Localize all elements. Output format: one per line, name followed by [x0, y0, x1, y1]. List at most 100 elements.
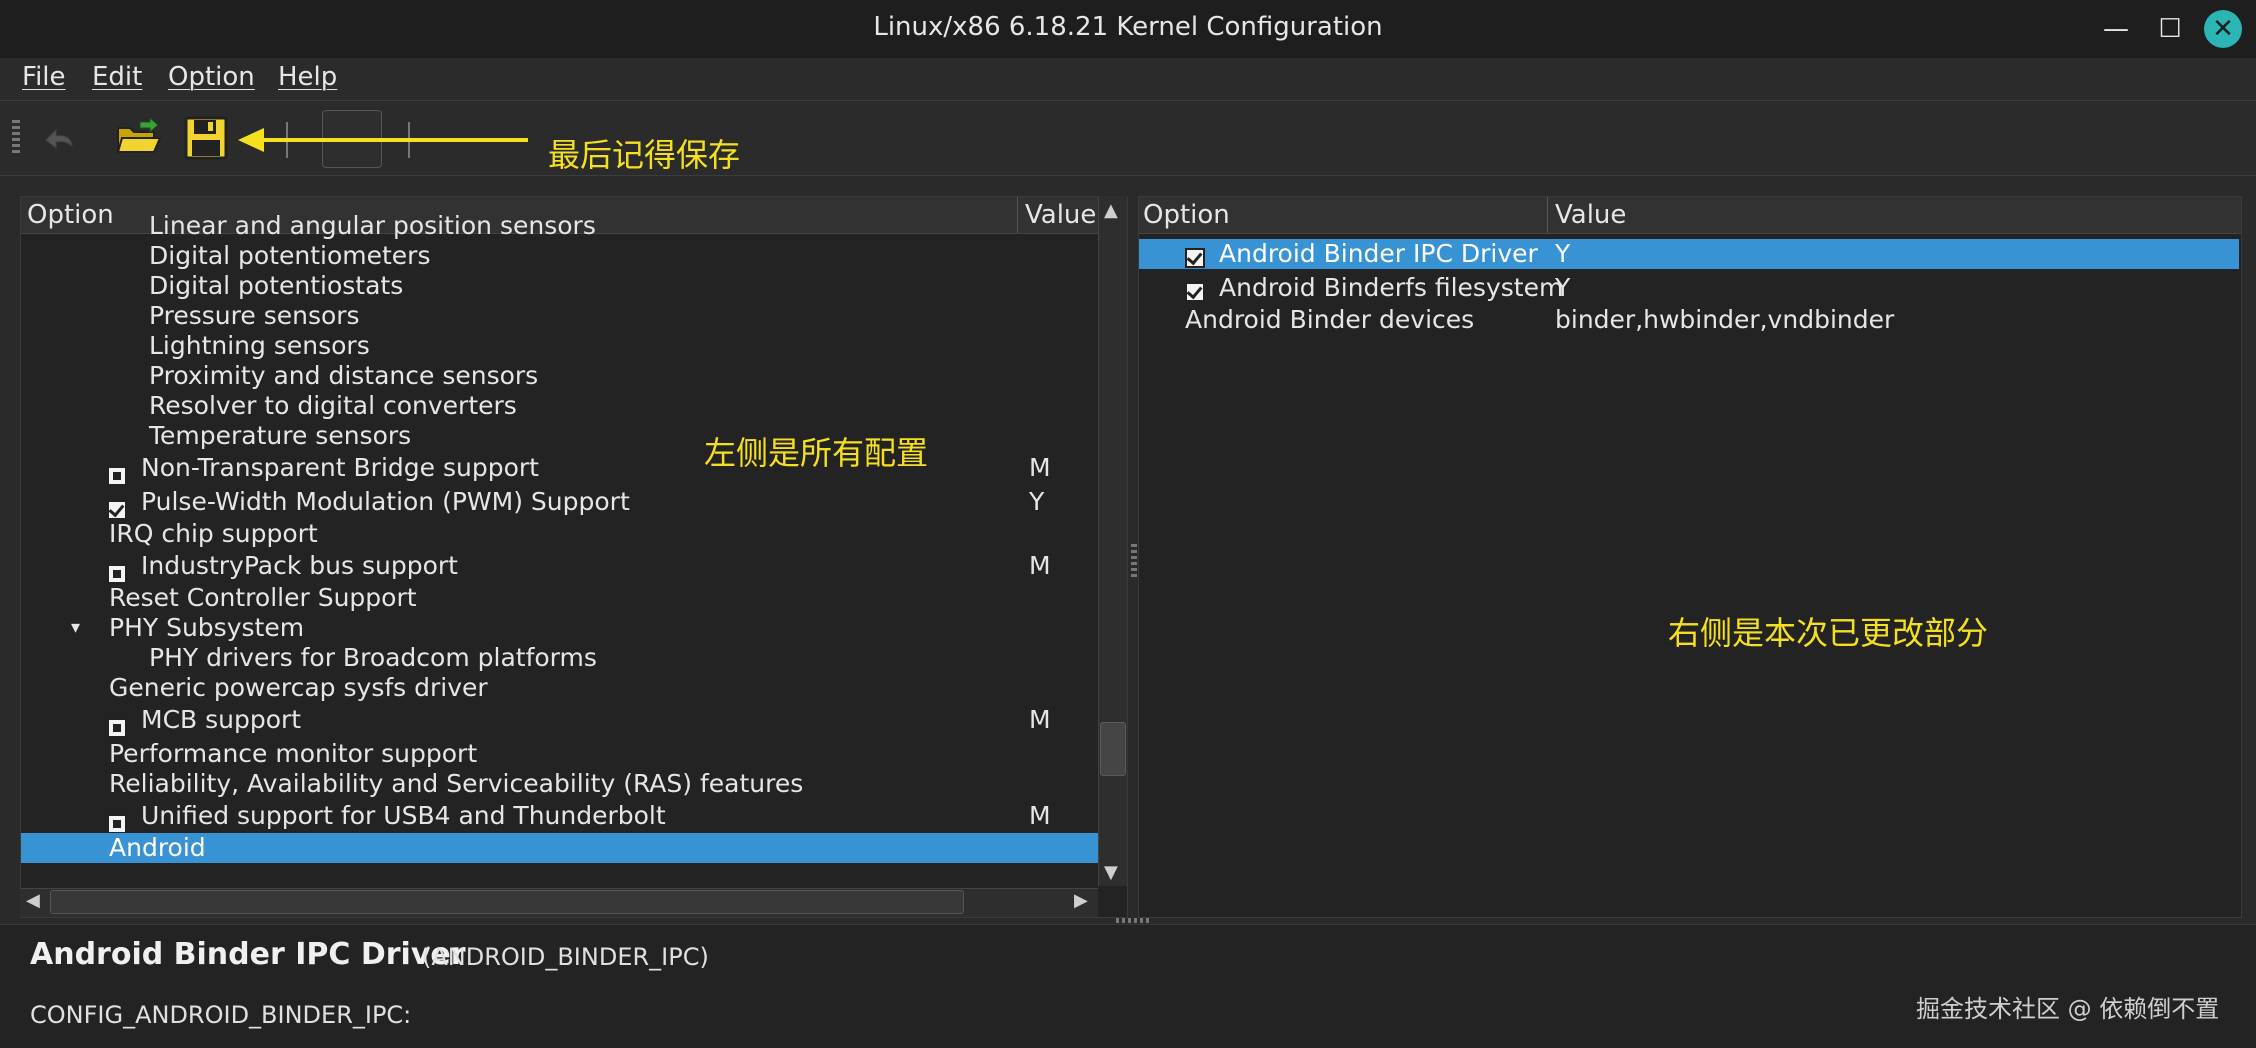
tree-row-label: Resolver to digital converters — [149, 391, 517, 420]
maximize-icon[interactable]: ☐ — [2150, 10, 2190, 48]
list-row[interactable]: Android Binder IPC Driver Y — [1139, 239, 2239, 269]
tree-row-label: Generic powercap sysfs driver — [109, 673, 488, 702]
expand-arrow-icon[interactable]: ▾ — [71, 613, 80, 643]
tree-row[interactable]: MCB support M — [21, 705, 1099, 738]
tree-row-label: PHY drivers for Broadcom platforms — [149, 643, 597, 672]
list-row-label: Android Binder IPC Driver — [1219, 239, 1538, 268]
tree-row[interactable]: Resolver to digital converters — [21, 391, 1099, 421]
vertical-scroll-thumb[interactable] — [1100, 722, 1126, 776]
horizontal-scroll-thumb[interactable] — [50, 890, 964, 914]
tree-row[interactable]: Generic powercap sysfs driver — [21, 673, 1099, 703]
vertical-scrollbar[interactable] — [1098, 196, 1127, 886]
tree-row-label: Proximity and distance sensors — [149, 361, 539, 390]
menu-file[interactable]: File — [22, 62, 66, 92]
tree-row[interactable]: ▾ PHY Subsystem — [21, 613, 1099, 643]
checkbox-module-icon[interactable] — [107, 564, 127, 584]
tree-row[interactable]: Unified support for USB4 and Thunderbolt… — [21, 801, 1099, 834]
tree-row[interactable]: Android — [21, 833, 1099, 863]
scroll-right-icon[interactable]: ▶ — [1074, 890, 1088, 911]
help-symbol: (ANDROID_BINDER_IPC) — [422, 943, 709, 971]
checkbox-module-icon[interactable] — [107, 718, 127, 738]
tree-row[interactable]: IRQ chip support — [21, 519, 1099, 549]
tree-row-label: Reliability, Availability and Serviceabi… — [109, 769, 804, 798]
tree-row[interactable]: Linear and angular position sensors — [21, 211, 1099, 241]
tree-row[interactable]: Performance monitor support — [21, 739, 1099, 769]
checkbox-module-icon[interactable] — [107, 814, 127, 834]
menu-bar — [0, 58, 2256, 101]
tree-row-value: Y — [1029, 487, 1045, 516]
tree-row-label: Linear and angular position sensors — [149, 211, 596, 240]
menu-option[interactable]: Option — [168, 62, 255, 92]
tree-row[interactable]: Reliability, Availability and Serviceabi… — [21, 769, 1099, 799]
changed-options-list: Option Value Android Binder IPC Driver Y A… — [1138, 196, 2242, 918]
help-config: CONFIG_ANDROID_BINDER_IPC: — [30, 1001, 412, 1029]
annotation-right: 右侧是本次已更改部分 — [1668, 614, 1989, 652]
tree-row[interactable]: IndustryPack bus support M — [21, 551, 1099, 584]
tree-row-label: Lightning sensors — [149, 331, 370, 360]
annotation-arrow-head — [238, 128, 264, 152]
tree-row-label: Unified support for USB4 and Thunderbolt — [141, 801, 666, 830]
annotation-save: 最后记得保存 — [548, 136, 741, 174]
list-row[interactable]: Android Binderfs filesystem Y — [1139, 273, 2239, 303]
tree-row[interactable]: Non-Transparent Bridge support M — [21, 453, 1099, 486]
open-folder-icon[interactable] — [114, 114, 162, 162]
toolbar-grip[interactable] — [12, 120, 20, 154]
tree-row-label: Pressure sensors — [149, 301, 360, 330]
checkbox-checked-icon[interactable] — [1185, 282, 1205, 302]
checkbox-checked-icon[interactable] — [1185, 248, 1205, 268]
tree-row[interactable]: Lightning sensors — [21, 331, 1099, 361]
list-row[interactable]: Android Binder devices binder,hwbinder,vn… — [1139, 305, 2239, 335]
tree-row[interactable]: Pressure sensors — [21, 301, 1099, 331]
header-option[interactable]: Option — [1143, 197, 1230, 233]
scroll-left-icon[interactable]: ◀ — [26, 890, 40, 911]
close-icon[interactable]: ✕ — [2204, 10, 2242, 48]
checkbox-checked-icon[interactable] — [107, 500, 127, 520]
list-row-value: binder,hwbinder,vndbinder — [1555, 305, 1895, 334]
tree-row-label: Digital potentiometers — [149, 241, 431, 270]
window-title: Linux/x86 6.18.21 Kernel Configuration — [873, 12, 1383, 42]
tree-row-label: Digital potentiostats — [149, 271, 404, 300]
list-header: Option Value — [1139, 197, 2241, 234]
tree-row-value: M — [1029, 801, 1051, 830]
tree-row-label: Pulse-Width Modulation (PWM) Support — [141, 487, 630, 516]
tree-row-label: Non-Transparent Bridge support — [141, 453, 539, 482]
tree-row[interactable]: PHY drivers for Broadcom platforms — [21, 643, 1099, 673]
back-icon[interactable] — [36, 114, 84, 162]
watermark: 掘金技术社区 @ 依赖倒不置 — [1916, 995, 2220, 1023]
tree-row-label: Performance monitor support — [109, 739, 478, 768]
tree-row[interactable]: Reset Controller Support — [21, 583, 1099, 613]
tree-row[interactable]: Digital potentiometers — [21, 241, 1099, 271]
tree-row[interactable]: Proximity and distance sensors — [21, 361, 1099, 391]
tree-row-value: M — [1029, 453, 1051, 482]
list-row-label: Android Binderfs filesystem — [1219, 273, 1564, 302]
tree-row-value: M — [1029, 551, 1051, 580]
help-panel: Android Binder IPC Driver (ANDROID_BINDE… — [0, 924, 2256, 1048]
scroll-up-icon[interactable]: ▲ — [1104, 200, 1118, 221]
tree-row-label: IndustryPack bus support — [141, 551, 458, 580]
list-row-label: Android Binder devices — [1185, 305, 1475, 334]
config-tree: Option Value Linear and angular position… — [20, 196, 1128, 918]
checkbox-module-icon[interactable] — [107, 466, 127, 486]
tree-row-label: Temperature sensors — [149, 421, 412, 450]
scroll-down-icon[interactable]: ▼ — [1104, 862, 1118, 883]
help-title: Android Binder IPC Driver — [30, 937, 466, 972]
annotation-left: 左侧是所有配置 — [704, 434, 929, 472]
save-icon[interactable] — [182, 114, 230, 162]
header-value[interactable]: Value — [1555, 197, 1626, 233]
tree-row[interactable]: Digital potentiostats — [21, 271, 1099, 301]
tree-row[interactable]: Temperature sensors — [21, 421, 1099, 451]
list-row-value: Y — [1555, 239, 1571, 268]
tree-row-label: MCB support — [141, 705, 302, 734]
tree-row-label: IRQ chip support — [109, 519, 318, 548]
help-splitter[interactable] — [1116, 918, 1152, 923]
minimize-icon[interactable]: — — [2096, 10, 2136, 48]
tree-row-value: M — [1029, 705, 1051, 734]
tree-row-label: PHY Subsystem — [109, 613, 305, 642]
panel-splitter[interactable] — [1131, 544, 1137, 578]
list-row-value: Y — [1555, 273, 1571, 302]
tree-row-label: Reset Controller Support — [109, 583, 417, 612]
tree-row[interactable]: Pulse-Width Modulation (PWM) Support Y — [21, 487, 1099, 520]
menu-help[interactable]: Help — [278, 62, 337, 92]
tree-row-label: Android — [109, 833, 206, 862]
menu-edit[interactable]: Edit — [92, 62, 142, 92]
